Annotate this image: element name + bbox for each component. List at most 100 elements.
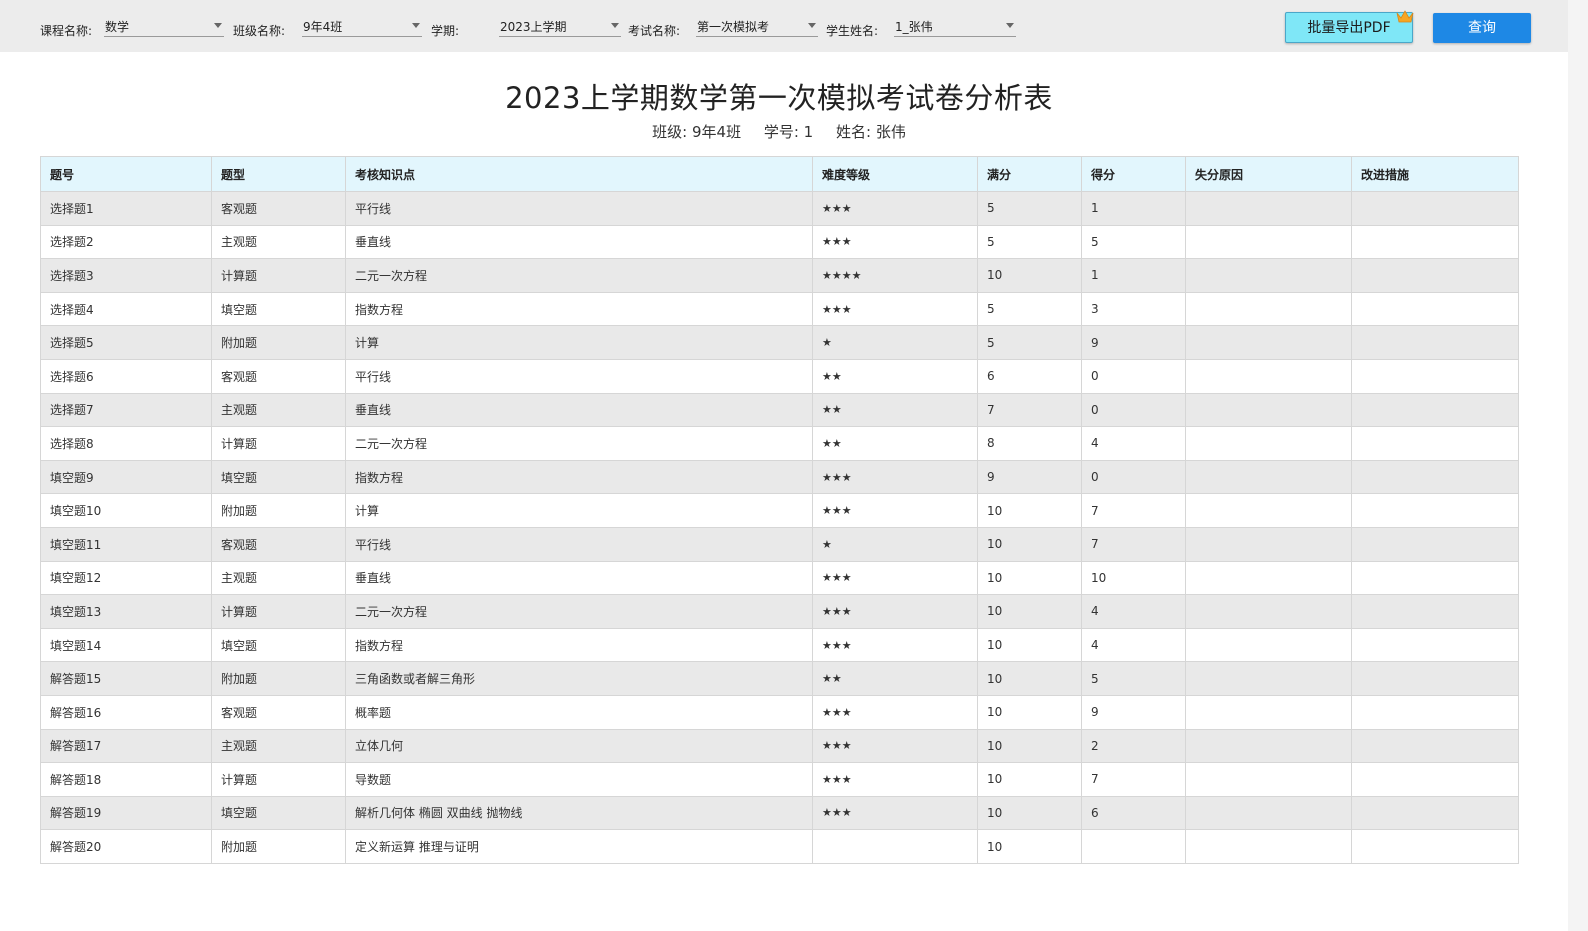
table-row[interactable]: 填空题14 填空题 指数方程 ★★★ 10 4 (40, 627, 1519, 663)
table-row[interactable]: 解答题15 附加题 三角函数或者解三角形 ★★ 10 5 (40, 661, 1519, 696)
cell-question-type: 客观题 (211, 694, 346, 730)
class-select[interactable]: 9年4班 (302, 17, 422, 37)
table-row[interactable]: 选择题2 主观题 垂直线 ★★★ 5 5 (40, 224, 1519, 260)
cell-loss-reason[interactable] (1185, 694, 1352, 730)
table-row[interactable]: 填空题12 主观题 垂直线 ★★★ 10 10 (40, 560, 1519, 596)
cell-loss-reason[interactable] (1185, 526, 1352, 562)
cell-full-score: 10 (977, 594, 1082, 629)
cell-improvement[interactable] (1351, 224, 1519, 260)
cell-full-score: 10 (977, 829, 1082, 864)
table-row[interactable]: 选择题1 客观题 平行线 ★★★ 5 1 (40, 191, 1519, 226)
table-row[interactable]: 选择题7 主观题 垂直线 ★★ 7 0 (40, 392, 1519, 428)
cell-loss-reason[interactable] (1185, 224, 1352, 260)
cell-difficulty: ★★★ (812, 224, 978, 260)
cell-loss-reason[interactable] (1185, 392, 1352, 428)
table-row[interactable]: 填空题9 填空题 指数方程 ★★★ 9 0 (40, 459, 1519, 495)
cell-improvement[interactable] (1351, 627, 1519, 663)
export-pdf-button[interactable]: 批量导出PDF (1285, 10, 1414, 43)
term-select[interactable]: 2023上学期 (499, 17, 621, 37)
cell-full-score: 7 (977, 392, 1082, 428)
cell-improvement[interactable] (1351, 795, 1519, 831)
cell-question-type: 客观题 (211, 526, 346, 562)
cell-loss-reason[interactable] (1185, 627, 1352, 663)
cell-score: 6 (1081, 795, 1186, 831)
cell-loss-reason[interactable] (1185, 325, 1352, 360)
cell-loss-reason[interactable] (1185, 728, 1352, 764)
cell-knowledge-point: 垂直线 (345, 392, 813, 428)
query-button[interactable]: 查询 (1433, 13, 1531, 43)
header-full-score[interactable]: 满分 (977, 156, 1082, 192)
table-row[interactable]: 选择题8 计算题 二元一次方程 ★★ 8 4 (40, 426, 1519, 461)
table-row[interactable]: 选择题3 计算题 二元一次方程 ★★★★ 10 1 (40, 258, 1519, 293)
header-knowledge-point[interactable]: 考核知识点 (345, 156, 813, 192)
table-row[interactable]: 解答题16 客观题 概率题 ★★★ 10 9 (40, 694, 1519, 730)
course-select[interactable]: 数学 (104, 17, 224, 37)
cell-improvement[interactable] (1351, 829, 1519, 864)
header-difficulty[interactable]: 难度等级 (812, 156, 978, 192)
cell-loss-reason[interactable] (1185, 829, 1352, 864)
cell-score: 7 (1081, 762, 1186, 797)
cell-improvement[interactable] (1351, 493, 1519, 528)
cell-improvement[interactable] (1351, 694, 1519, 730)
table-row[interactable]: 解答题17 主观题 立体几何 ★★★ 10 2 (40, 728, 1519, 764)
cell-loss-reason[interactable] (1185, 560, 1352, 596)
cell-question-type: 附加题 (211, 325, 346, 360)
cell-improvement[interactable] (1351, 762, 1519, 797)
cell-score: 4 (1081, 594, 1186, 629)
table-row[interactable]: 填空题11 客观题 平行线 ★ 10 7 (40, 526, 1519, 562)
cell-knowledge-point: 立体几何 (345, 728, 813, 764)
cell-loss-reason[interactable] (1185, 493, 1352, 528)
cell-loss-reason[interactable] (1185, 459, 1352, 495)
table-row[interactable]: 解答题19 填空题 解析几何体 椭圆 双曲线 抛物线 ★★★ 10 6 (40, 795, 1519, 831)
table-row[interactable]: 解答题20 附加题 定义新运算 推理与证明 10 (40, 829, 1519, 864)
cell-question-type: 客观题 (211, 191, 346, 226)
cell-loss-reason[interactable] (1185, 258, 1352, 293)
cell-improvement[interactable] (1351, 526, 1519, 562)
cell-full-score: 5 (977, 191, 1082, 226)
chevron-down-icon (214, 23, 222, 28)
cell-difficulty: ★★★★ (812, 258, 978, 293)
cell-loss-reason[interactable] (1185, 426, 1352, 461)
table-row[interactable]: 选择题4 填空题 指数方程 ★★★ 5 3 (40, 291, 1519, 327)
student-select[interactable]: 1_张伟 (894, 17, 1016, 37)
header-improvement[interactable]: 改进措施 (1351, 156, 1519, 192)
cell-difficulty: ★★★ (812, 191, 978, 226)
cell-improvement[interactable] (1351, 594, 1519, 629)
exam-label: 考试名称: (628, 24, 681, 38)
table-row[interactable]: 解答题18 计算题 导数题 ★★★ 10 7 (40, 762, 1519, 797)
cell-improvement[interactable] (1351, 291, 1519, 327)
cell-full-score: 9 (977, 459, 1082, 495)
cell-loss-reason[interactable] (1185, 191, 1352, 226)
cell-question-no: 填空题10 (40, 493, 212, 528)
vertical-scrollbar[interactable] (1568, 0, 1588, 931)
header-question-type[interactable]: 题型 (211, 156, 346, 192)
cell-improvement[interactable] (1351, 459, 1519, 495)
cell-loss-reason[interactable] (1185, 594, 1352, 629)
exam-select[interactable]: 第一次模拟考 (696, 17, 818, 37)
table-row[interactable]: 选择题5 附加题 计算 ★ 5 9 (40, 325, 1519, 360)
cell-knowledge-point: 平行线 (345, 191, 813, 226)
cell-loss-reason[interactable] (1185, 661, 1352, 696)
cell-improvement[interactable] (1351, 426, 1519, 461)
cell-improvement[interactable] (1351, 392, 1519, 428)
cell-knowledge-point: 平行线 (345, 358, 813, 394)
header-score[interactable]: 得分 (1081, 156, 1186, 192)
header-loss-reason[interactable]: 失分原因 (1185, 156, 1352, 192)
table-row[interactable]: 选择题6 客观题 平行线 ★★ 6 0 (40, 358, 1519, 394)
cell-improvement[interactable] (1351, 661, 1519, 696)
cell-improvement[interactable] (1351, 358, 1519, 394)
table-row[interactable]: 填空题10 附加题 计算 ★★★ 10 7 (40, 493, 1519, 528)
cell-loss-reason[interactable] (1185, 291, 1352, 327)
cell-question-type: 计算题 (211, 594, 346, 629)
header-question-no[interactable]: 题号 (40, 156, 212, 192)
table-row[interactable]: 填空题13 计算题 二元一次方程 ★★★ 10 4 (40, 594, 1519, 629)
cell-improvement[interactable] (1351, 728, 1519, 764)
cell-question-no: 解答题19 (40, 795, 212, 831)
cell-loss-reason[interactable] (1185, 795, 1352, 831)
cell-loss-reason[interactable] (1185, 358, 1352, 394)
cell-improvement[interactable] (1351, 191, 1519, 226)
cell-improvement[interactable] (1351, 325, 1519, 360)
cell-improvement[interactable] (1351, 258, 1519, 293)
cell-improvement[interactable] (1351, 560, 1519, 596)
cell-loss-reason[interactable] (1185, 762, 1352, 797)
